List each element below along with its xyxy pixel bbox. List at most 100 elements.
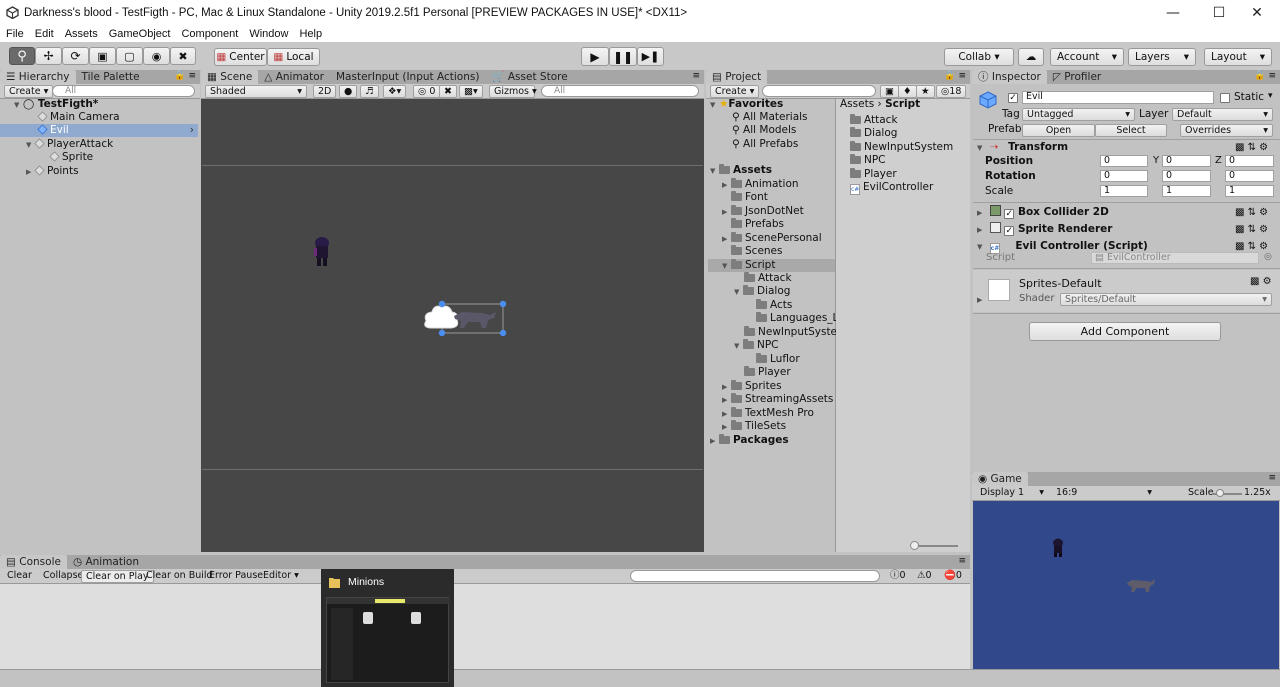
rotation-z-input[interactable]: 0 — [1225, 170, 1274, 182]
favorite-all-prefabs[interactable]: ⚲ All Prefabs — [732, 138, 798, 151]
tab-game[interactable]: ◉ Game — [972, 472, 1028, 486]
tree-acts[interactable]: Acts — [756, 299, 792, 312]
component-actions-icon[interactable]: ▩ ⇅ ⚙ — [1235, 140, 1268, 155]
search-by-label-icon[interactable]: ♦ — [898, 85, 917, 98]
tab-inspector[interactable]: ⓘ Inspector — [972, 70, 1047, 84]
layer-dropdown[interactable]: Default ▾ — [1172, 108, 1273, 121]
tab-project[interactable]: ▤ Project — [706, 70, 768, 84]
close-button[interactable]: ✕ — [1234, 0, 1280, 26]
menu-help[interactable]: Help — [299, 28, 322, 40]
slider-handle[interactable] — [910, 541, 919, 550]
panel-menu-icon[interactable]: 🔒 ≡ — [944, 71, 966, 81]
effects-dropdown-icon[interactable]: ❖▾ — [383, 85, 407, 98]
tab-console[interactable]: ▤ Console — [0, 555, 67, 569]
active-checkbox[interactable]: ✓ — [1008, 93, 1018, 103]
scale-slider[interactable] — [1212, 489, 1242, 497]
scale-x-input[interactable]: 1 — [1100, 185, 1148, 197]
favorite-all-models[interactable]: ⚲ All Models — [732, 124, 796, 137]
tab-scene[interactable]: ▦ Scene — [201, 70, 259, 84]
tree-npc[interactable]: ▼ NPC — [734, 339, 779, 352]
console-log-toggle[interactable]: ⓘ0 — [886, 570, 910, 583]
tree-script-selected[interactable]: ▼ Script — [708, 259, 835, 272]
console-clear-button[interactable]: Clear — [3, 570, 36, 583]
prefab-select-button[interactable]: Select — [1095, 124, 1167, 137]
transform-header[interactable]: ▼ ➝ Transform ▩ ⇅ ⚙ — [973, 140, 1280, 155]
console-editor-dropdown[interactable]: Editor ▾ — [259, 570, 303, 583]
panel-menu-icon[interactable]: ≡ — [1268, 473, 1276, 483]
console-log-area[interactable] — [0, 584, 970, 669]
taskbar-preview-window[interactable]: Minions — [321, 569, 454, 687]
breadcrumb-script[interactable]: Script — [885, 98, 920, 110]
hierarchy-create-button[interactable]: Create ▾ — [4, 85, 54, 98]
account-dropdown[interactable]: Account ▾ — [1050, 48, 1124, 66]
tab-tile-palette[interactable]: Tile Palette — [76, 70, 146, 84]
console-error-toggle[interactable]: ⛔0 — [940, 570, 966, 583]
tree-jsondotnet[interactable]: ▶ JsonDotNet — [722, 205, 804, 218]
hierarchy-item-sprite[interactable]: Sprite — [49, 151, 93, 164]
scene-root-item[interactable]: ▼ ◯ TestFigth* — [14, 98, 98, 111]
project-create-button[interactable]: Create ▾ — [710, 85, 760, 98]
cloud-button[interactable]: ☁ — [1018, 48, 1044, 66]
tree-scenes[interactable]: Scenes — [731, 245, 782, 258]
content-dialog[interactable]: Dialog — [850, 127, 897, 140]
pause-button[interactable]: ❚❚ — [609, 47, 637, 66]
tree-newinputsystem[interactable]: NewInputSysten — [744, 326, 836, 339]
tree-streamingassets[interactable]: ▶ StreamingAssets — [722, 393, 833, 406]
hierarchy-item-evil[interactable]: Evil › — [0, 124, 198, 137]
rotation-y-input[interactable]: 0 — [1162, 170, 1211, 182]
rect-tool-button[interactable]: ▢ — [116, 47, 143, 65]
rotation-x-input[interactable]: 0 — [1100, 170, 1148, 182]
assets-root[interactable]: ▼ Assets — [710, 164, 772, 177]
collapse-arrow-icon[interactable]: ▶ — [977, 296, 982, 304]
project-search-input[interactable] — [762, 85, 876, 97]
tab-animator[interactable]: △ Animator — [258, 70, 330, 84]
box-collider-checkbox[interactable]: ✓ — [1004, 209, 1015, 219]
custom-tool-button[interactable]: ✖ — [170, 47, 196, 65]
scene-tools-icon[interactable]: ✖ — [439, 85, 457, 98]
icon-size-slider[interactable] — [910, 541, 958, 550]
shading-mode-dropdown[interactable]: Shaded ▾ — [205, 85, 307, 98]
scale-tool-button[interactable]: ▣ — [89, 47, 116, 65]
step-button[interactable]: ▶❚ — [637, 47, 664, 66]
audio-toggle-icon[interactable]: ♬ — [360, 85, 379, 98]
tab-asset-store[interactable]: 🛒 Asset Store — [485, 70, 573, 84]
tag-dropdown[interactable]: Untagged ▾ — [1022, 108, 1135, 121]
shader-dropdown[interactable]: Sprites/Default ▾ — [1060, 293, 1272, 306]
tree-textmesh-pro[interactable]: ▶ TextMesh Pro — [722, 407, 814, 420]
scene-search-input[interactable]: All — [541, 85, 699, 97]
minimize-button[interactable]: — — [1150, 0, 1196, 26]
content-newinputsystem[interactable]: NewInputSystem — [850, 141, 953, 154]
toggle-2d-button[interactable]: 2D — [313, 85, 337, 98]
sprite-renderer-checkbox[interactable]: ✓ — [1004, 226, 1015, 236]
tree-animation[interactable]: ▶ Animation — [722, 178, 799, 191]
move-tool-button[interactable]: ✢ — [35, 47, 62, 65]
tree-prefabs[interactable]: Prefabs — [731, 218, 784, 231]
hidden-packages-toggle[interactable]: ◎18 — [936, 85, 967, 98]
tree-scenepersonal[interactable]: ▶ ScenePersonal — [722, 232, 822, 245]
tab-animation[interactable]: ◷ Animation — [67, 555, 145, 569]
position-y-input[interactable]: 0 — [1162, 155, 1211, 167]
content-npc[interactable]: NPC — [850, 154, 886, 167]
panel-menu-icon[interactable]: ≡ — [692, 71, 700, 81]
display-dropdown[interactable]: Display 1 ▾ — [976, 487, 1048, 500]
favorites-header[interactable]: ▼ ★Favorites — [710, 98, 783, 111]
play-button[interactable]: ▶ — [581, 47, 609, 66]
hierarchy-item-main-camera[interactable]: Main Camera — [37, 111, 120, 124]
component-actions-icon[interactable]: ▩ ⇅ ⚙ — [1235, 222, 1268, 237]
collab-button[interactable]: Collab ▾ — [944, 48, 1014, 66]
tab-master-input[interactable]: MasterInput (Input Actions) — [330, 70, 485, 84]
tree-attack[interactable]: Attack — [744, 272, 792, 285]
box-collider-header[interactable]: ▶ ✓ Box Collider 2D ▩ ⇅ ⚙ — [973, 205, 1280, 220]
pivot-local-button[interactable]: ▦ Local — [267, 48, 320, 66]
add-component-button[interactable]: Add Component — [1029, 322, 1221, 341]
content-player[interactable]: Player — [850, 168, 897, 181]
transform-tool-button[interactable]: ◉ — [143, 47, 170, 65]
menu-component[interactable]: Component — [181, 28, 238, 40]
tree-languages[interactable]: Languages_Lo — [756, 312, 836, 325]
position-x-input[interactable]: 0 — [1100, 155, 1148, 167]
tab-profiler[interactable]: ◸ Profiler — [1047, 70, 1107, 84]
tree-luflor[interactable]: Luflor — [756, 353, 800, 366]
search-by-type-icon[interactable]: ▣ — [880, 85, 899, 98]
packages-root[interactable]: ▶ Packages — [710, 434, 789, 447]
tree-player[interactable]: Player — [744, 366, 791, 379]
